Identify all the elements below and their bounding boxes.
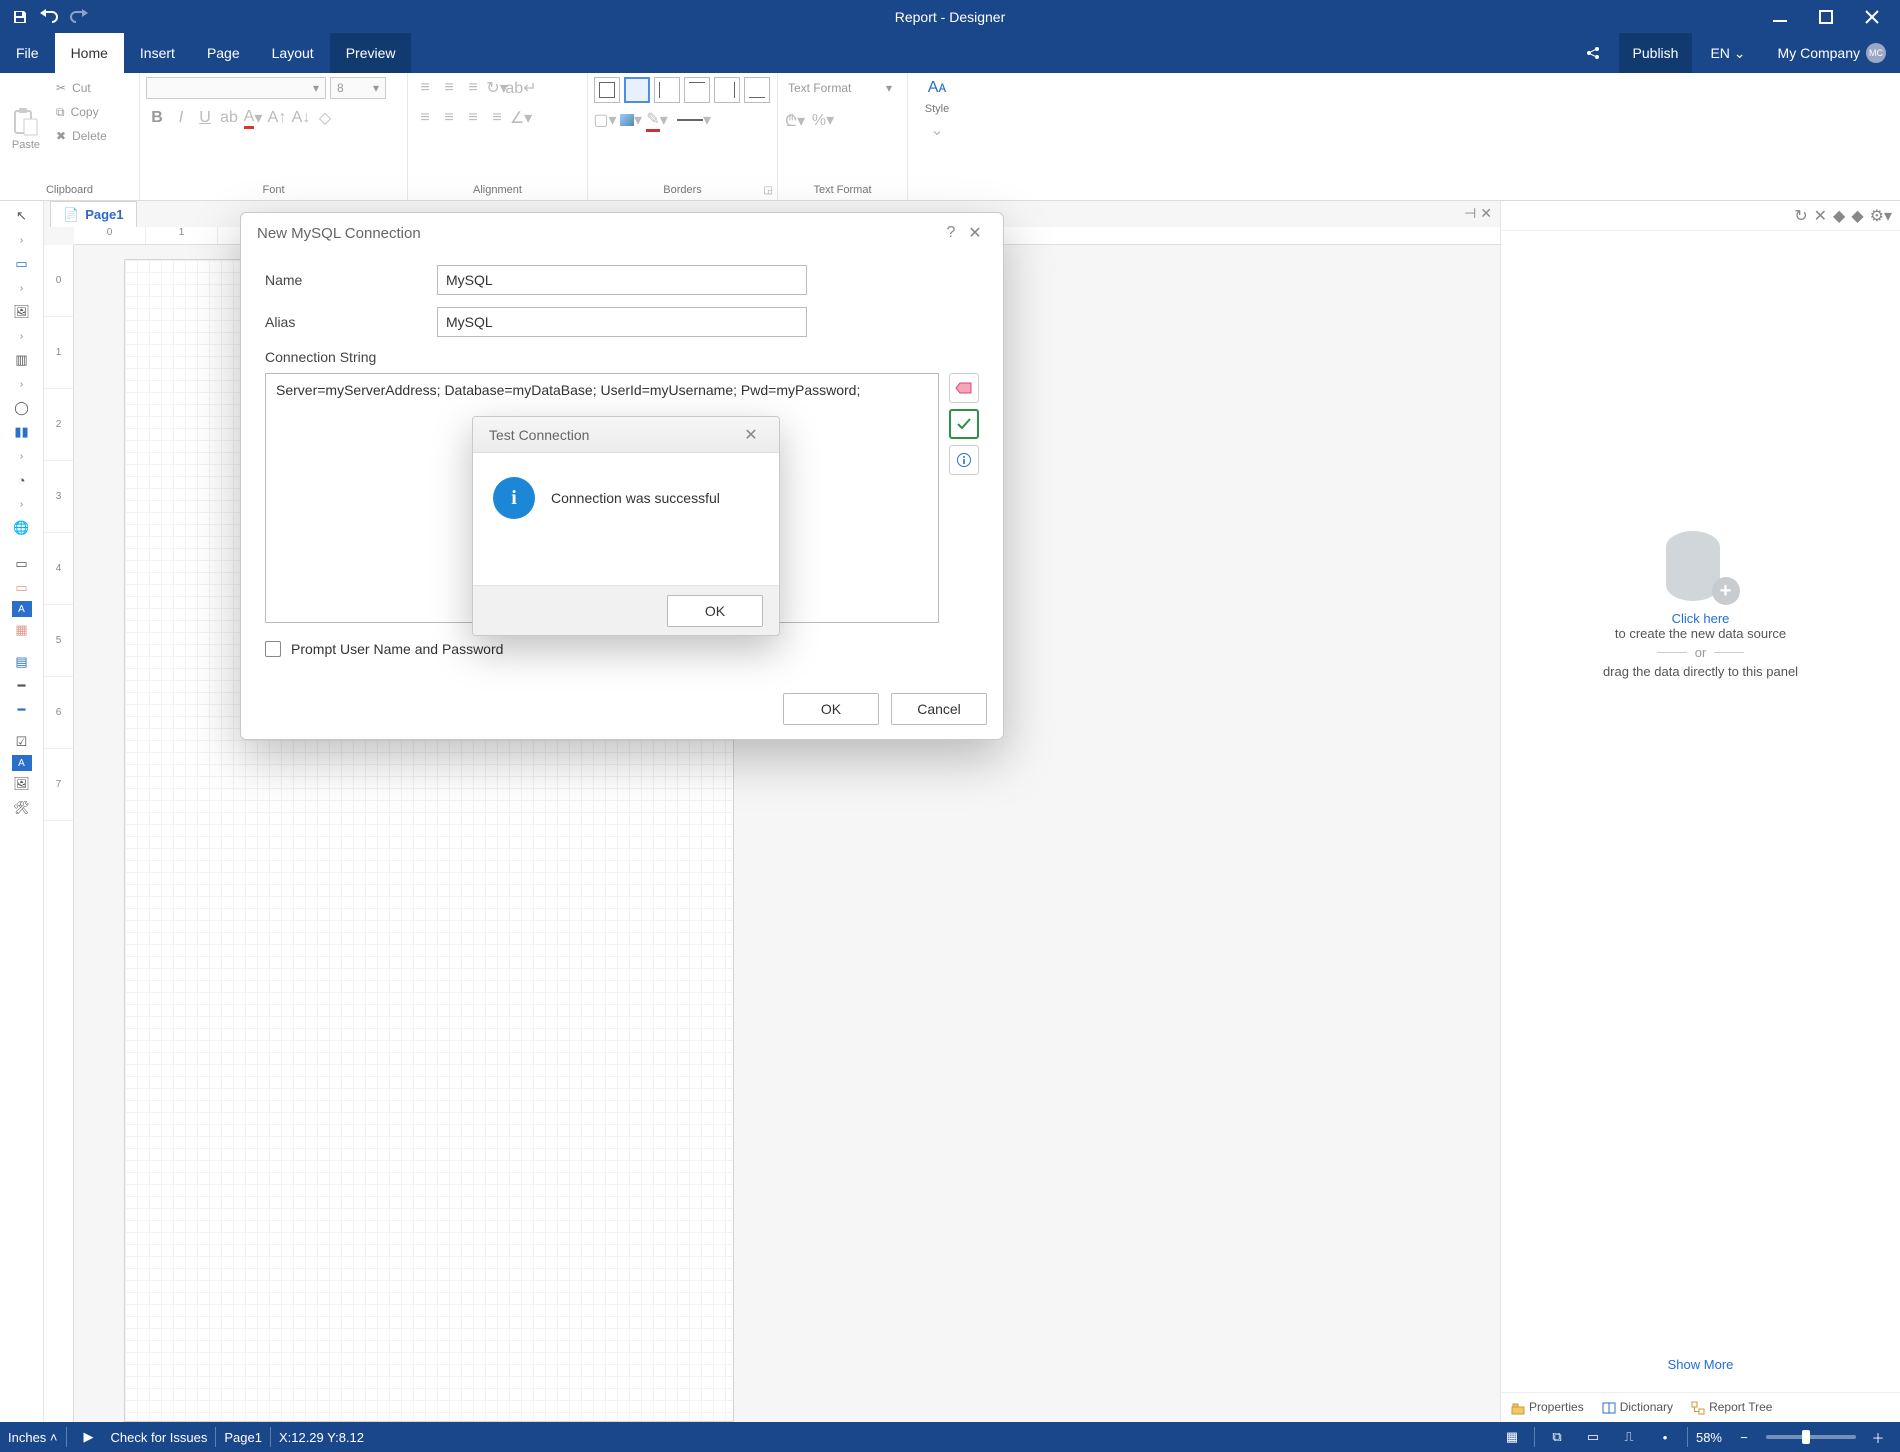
alias-label: Alias [265,314,425,330]
name-input[interactable] [437,265,807,295]
dialog-ok-button[interactable]: OK [783,693,879,725]
test-dialog-title: Test Connection [489,427,589,443]
help-icon[interactable]: ? [939,224,963,242]
test-dialog-close-icon[interactable]: ✕ [739,425,763,445]
name-label: Name [265,272,425,288]
test-dialog-message: Connection was successful [551,490,720,506]
dialog-cancel-button[interactable]: Cancel [891,693,987,725]
info-connection-icon[interactable] [949,445,979,475]
test-connection-icon[interactable] [949,409,979,439]
test-dialog-ok-button[interactable]: OK [667,595,763,627]
test-connection-dialog: Test Connection ✕ i Connection was succe… [472,416,780,636]
prompt-label: Prompt User Name and Password [291,641,503,657]
dialog-title: New MySQL Connection [257,225,421,242]
alias-input[interactable] [437,307,807,337]
connection-string-label: Connection String [265,349,979,365]
dialog-close-icon[interactable]: ✕ [963,223,987,243]
info-icon: i [493,477,535,519]
modal-overlay: New MySQL Connection ? ✕ Name Alias Conn… [0,0,1900,1452]
clear-connection-icon[interactable] [949,373,979,403]
prompt-checkbox[interactable] [265,641,281,657]
